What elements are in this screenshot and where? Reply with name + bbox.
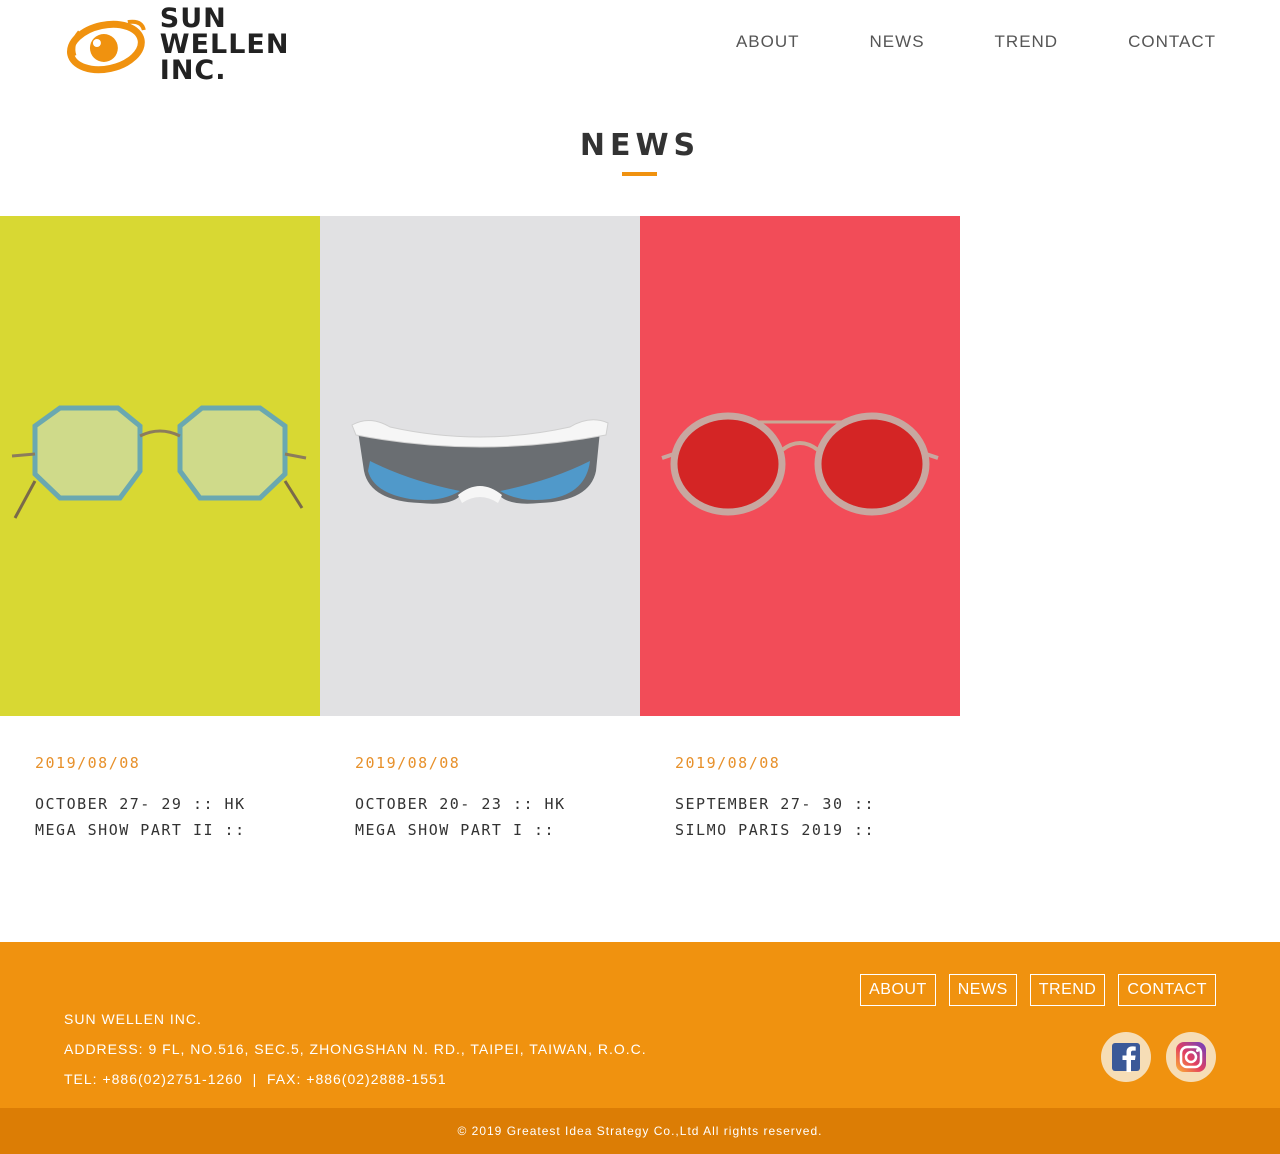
news-card[interactable]: 2019/08/08 OCTOBER 20- 23 :: HK MEGA SHO… [320,216,640,936]
news-card-image[interactable] [320,216,640,716]
news-date: 2019/08/08 [675,754,781,772]
social-links [1086,1032,1216,1082]
nav-news[interactable]: NEWS [870,32,925,52]
eye-logo-icon [66,19,146,74]
footer-nav-about[interactable]: ABOUT [860,974,936,1006]
footer-nav: ABOUT NEWS TREND CONTACT [847,974,1216,1006]
footer-nav-trend[interactable]: TREND [1029,974,1106,1006]
sport-sunglasses-icon [351,419,609,504]
facebook-button[interactable] [1101,1032,1151,1082]
nav-trend[interactable]: TREND [995,32,1059,52]
round-sunglasses-icon [661,412,939,516]
footer-contact: TEL: +886(02)2751-1260 | FAX: +886(02)28… [64,1071,447,1087]
footer-nav-contact[interactable]: CONTACT [1118,974,1216,1006]
page-title: NEWS [579,128,701,163]
news-title[interactable]: OCTOBER 20- 23 :: HK MEGA SHOW PART I :: [355,791,585,843]
news-date: 2019/08/08 [35,754,141,772]
footer-address: ADDRESS: 9 FL, NO.516, SEC.5, ZHONGSHAN … [64,1041,647,1057]
nav-contact[interactable]: CONTACT [1128,32,1216,52]
news-card-image[interactable] [640,216,960,716]
news-card-image[interactable] [0,216,320,716]
nav-about[interactable]: ABOUT [736,32,800,52]
news-title[interactable]: SEPTEMBER 27- 30 :: SILMO PARIS 2019 :: [675,791,905,843]
news-card-info: 2019/08/08 OCTOBER 27- 29 :: HK MEGA SHO… [0,716,320,936]
facebook-icon [1112,1043,1140,1072]
footer: SUN WELLEN INC. ADDRESS: 9 FL, NO.516, S… [0,942,1280,1108]
title-underline [622,172,657,176]
logo-line2: WELLEN INC. [159,29,290,86]
instagram-icon [1176,1042,1206,1072]
footer-info: SUN WELLEN INC. ADDRESS: 9 FL, NO.516, S… [64,1004,647,1094]
footer-company: SUN WELLEN INC. [64,1011,202,1027]
eyeglasses-icon [11,405,307,519]
news-card[interactable]: 2019/08/08 OCTOBER 27- 29 :: HK MEGA SHO… [0,216,320,936]
news-card-info: 2019/08/08 SEPTEMBER 27- 30 :: SILMO PAR… [640,716,960,936]
copyright: © 2019 Greatest Idea Strategy Co.,Ltd Al… [0,1108,1280,1154]
instagram-button[interactable] [1166,1032,1216,1082]
main-nav: ABOUT NEWS TREND CONTACT [736,32,1216,52]
news-list: 2019/08/08 OCTOBER 27- 29 :: HK MEGA SHO… [0,216,960,936]
logo-text: SUN WELLEN INC. [159,5,366,86]
news-card-info: 2019/08/08 OCTOBER 20- 23 :: HK MEGA SHO… [320,716,640,936]
site-logo[interactable]: SUN WELLEN INC. [66,5,366,84]
news-date: 2019/08/08 [355,754,461,772]
news-card[interactable]: 2019/08/08 SEPTEMBER 27- 30 :: SILMO PAR… [640,216,960,936]
footer-nav-news[interactable]: NEWS [948,974,1017,1006]
news-title[interactable]: OCTOBER 27- 29 :: HK MEGA SHOW PART II :… [35,791,265,843]
